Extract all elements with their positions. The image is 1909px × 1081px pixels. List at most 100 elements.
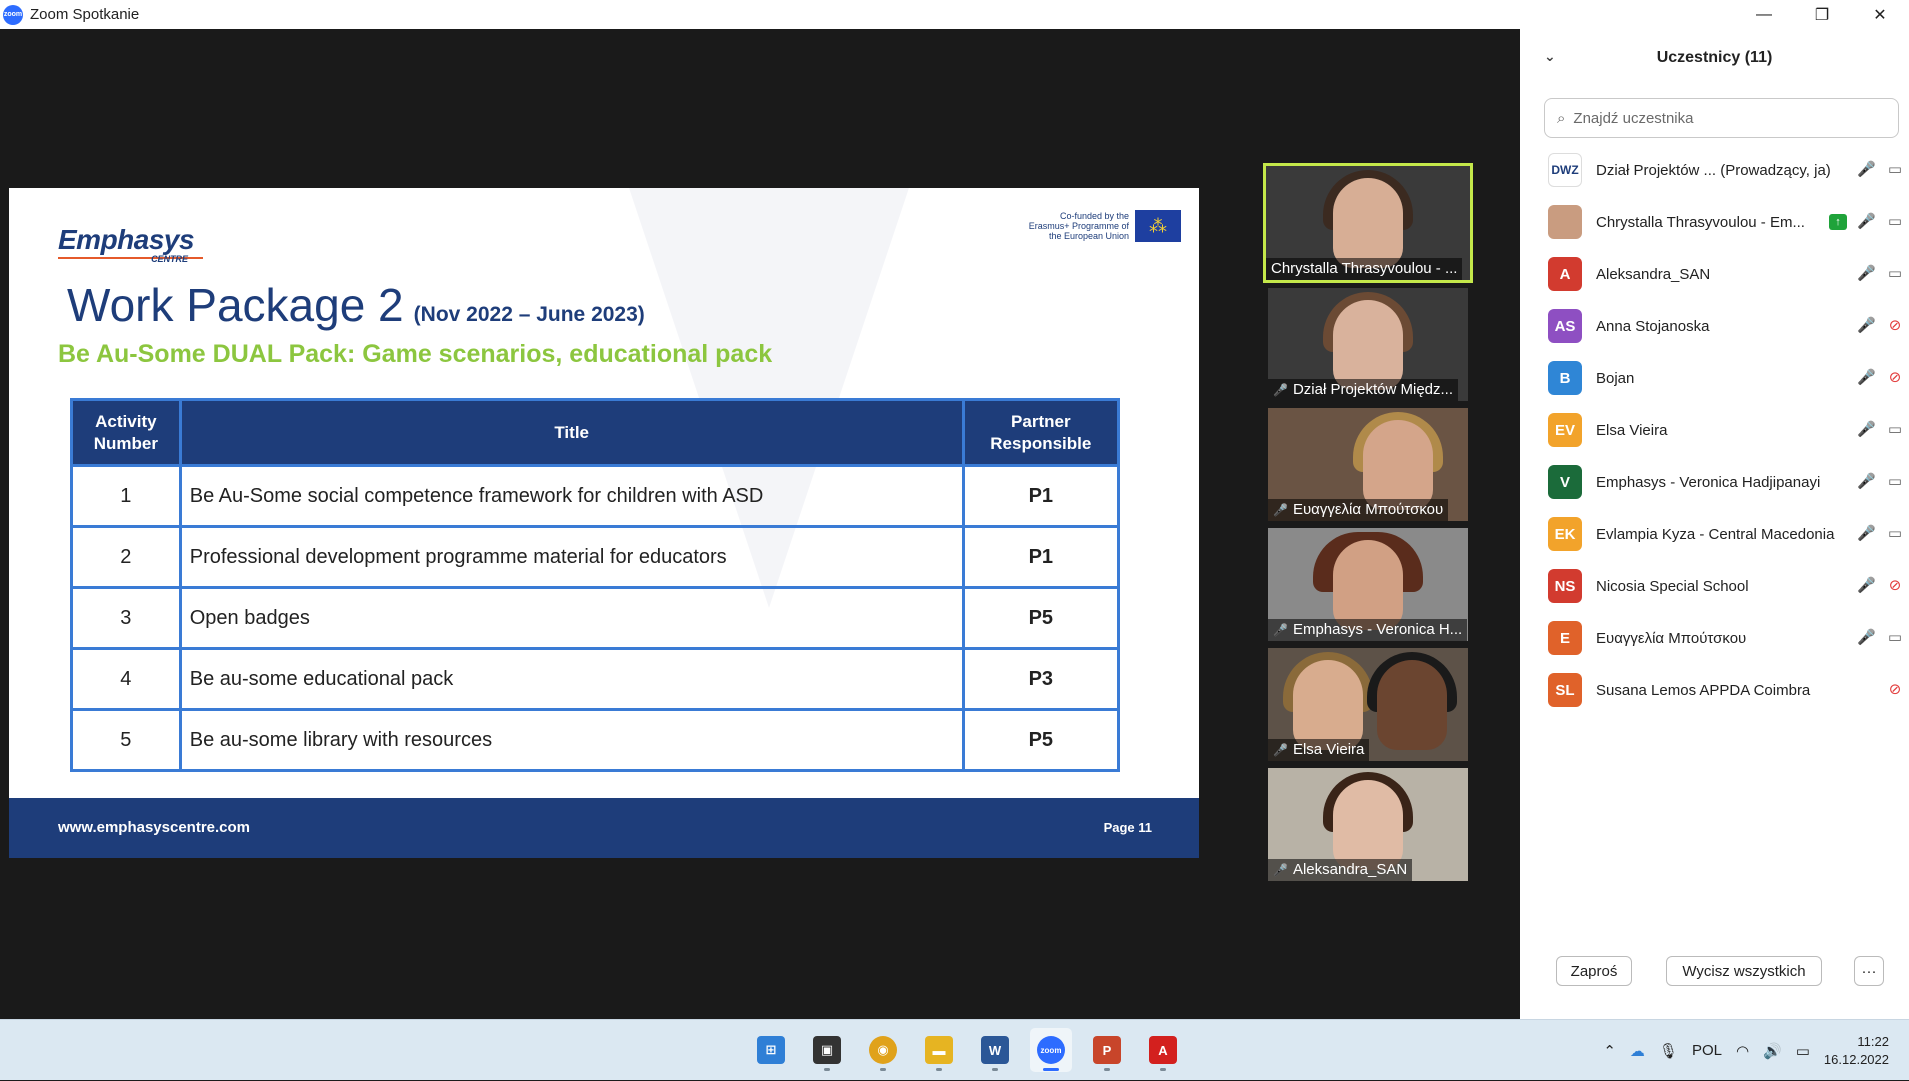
col-title: Title <box>178 398 965 467</box>
page-number: Page 11 <box>1103 820 1152 835</box>
participant-row[interactable]: EV Elsa Vieira 🎤 ▭ <box>1520 404 1909 456</box>
participant-row[interactable]: EK Evlampia Kyza - Central Macedonia 🎤 ▭ <box>1520 508 1909 560</box>
mic-muted-icon[interactable]: 🎤 <box>1857 160 1876 178</box>
participant-row[interactable]: AS Anna Stojanoska 🎤 ⊘ <box>1520 300 1909 352</box>
table-row: 3 Open badges P5 <box>70 586 1121 650</box>
mic-icon[interactable]: 🎤 <box>1857 212 1876 230</box>
video-tile-name: 🎤 Aleksandra_SAN <box>1268 859 1413 881</box>
search-input[interactable] <box>1571 108 1872 128</box>
mic-muted-icon[interactable]: 🎤 <box>1857 576 1876 594</box>
video-tile[interactable]: 🎤 Emphasys - Veronica H... <box>1268 528 1468 641</box>
mic-muted-icon[interactable]: 🎤 <box>1857 316 1876 334</box>
participant-row[interactable]: B Bojan 🎤 ⊘ <box>1520 352 1909 404</box>
close-button[interactable]: ✕ <box>1851 0 1909 29</box>
clock[interactable]: 11:22 16.12.2022 <box>1824 1033 1889 1069</box>
participant-row[interactable]: SL Susana Lemos APPDA Coimbra ⊘ <box>1520 664 1909 716</box>
mic-muted-icon[interactable]: 🎤 <box>1857 420 1876 438</box>
camera-icon: ▭ <box>1887 473 1903 490</box>
camera-off-icon: ⊘ <box>1888 369 1902 386</box>
screen-share-icon: ↑ <box>1829 214 1847 230</box>
windows-start-icon[interactable]: ⊞ <box>750 1028 792 1072</box>
participant-row[interactable]: E Ευαγγελία Μπούτσκου 🎤 ▭ <box>1520 612 1909 664</box>
avatar: SL <box>1548 673 1582 707</box>
mic-muted-icon[interactable]: 🎤 <box>1857 264 1876 282</box>
wifi-icon[interactable]: ◠ <box>1736 1042 1749 1060</box>
camera-icon: ▭ <box>1887 213 1903 230</box>
shared-slide: Emphasys CENTRE Co-funded by the Erasmus… <box>9 188 1199 858</box>
participant-row[interactable]: NS Nicosia Special School 🎤 ⊘ <box>1520 560 1909 612</box>
folder-icon[interactable]: ▬ <box>918 1028 960 1072</box>
participant-row[interactable]: Chrystalla Thrasyvoulou - Em... ↑ 🎤 ▭ <box>1520 196 1909 248</box>
volume-icon[interactable]: 🔊 <box>1763 1042 1782 1060</box>
video-tile[interactable]: 🎤 Elsa Vieira <box>1268 648 1468 761</box>
mute-all-button[interactable]: Wycisz wszystkich <box>1666 956 1822 986</box>
avatar: A <box>1548 257 1582 291</box>
avatar: NS <box>1548 569 1582 603</box>
camera-icon: ▭ <box>1887 629 1903 646</box>
participant-search[interactable]: ⌕ <box>1544 98 1899 138</box>
minimize-button[interactable]: — <box>1735 0 1793 29</box>
battery-icon[interactable]: ▭ <box>1796 1042 1810 1060</box>
system-tray: ⌃ ☁ 🎙 POL ◠ 🔊 ▭ 11:22 16.12.2022 <box>1603 1020 1909 1081</box>
language-indicator[interactable]: POL <box>1692 1042 1722 1059</box>
camera-off-icon: ⊘ <box>1888 317 1902 334</box>
table-row: 4 Be au-some educational pack P3 <box>70 647 1121 711</box>
participant-list: DWZ Dział Projektów ... (Prowadzący, ja)… <box>1520 144 1909 716</box>
eu-cofunded-logo: Co-funded by the Erasmus+ Programme of t… <box>1017 206 1183 246</box>
chevron-down-icon[interactable]: ⌄ <box>1544 48 1556 65</box>
mic-muted-icon[interactable]: 🎤 <box>1857 472 1876 490</box>
video-tile-name: Chrystalla Thrasyvoulou - ... <box>1266 258 1463 280</box>
zoom-icon[interactable]: zoom <box>1030 1028 1072 1072</box>
camera-icon: ▭ <box>1887 265 1903 282</box>
avatar <box>1548 205 1582 239</box>
onedrive-cloud-icon[interactable]: ☁ <box>1630 1042 1645 1060</box>
mic-muted-icon[interactable]: 🎤 <box>1857 368 1876 386</box>
more-options-button[interactable]: ··· <box>1854 956 1884 986</box>
slide-footer: www.emphasyscentre.com Page 11 <box>9 798 1199 858</box>
camera-icon: ▭ <box>1887 161 1903 178</box>
video-tile-name: 🎤 Dział Projektów Międz... <box>1268 379 1459 401</box>
mic-muted-icon: 🎤 <box>1273 503 1288 517</box>
table-row: 5 Be au-some library with resources P5 <box>70 708 1121 772</box>
participants-header: ⌄ Uczestnicy (11) <box>1544 48 1773 66</box>
video-tile[interactable]: Chrystalla Thrasyvoulou - ... <box>1263 163 1473 283</box>
chrome-icon[interactable]: ◉ <box>862 1028 904 1072</box>
acrobat-icon[interactable]: A <box>1142 1028 1184 1072</box>
windows-taskbar: ⊞ ▣ ◉ ▬ W zoom P A ⌃ ☁ 🎙 POL ◠ 🔊 ▭ 11:22… <box>0 1019 1909 1080</box>
participant-row[interactable]: A Aleksandra_SAN 🎤 ▭ <box>1520 248 1909 300</box>
mic-muted-icon[interactable]: 🎤 <box>1857 524 1876 542</box>
invite-button[interactable]: Zaproś <box>1556 956 1632 986</box>
video-tile[interactable]: 🎤 Ευαγγελία Μπούτσκου <box>1268 408 1468 521</box>
avatar: EK <box>1548 517 1582 551</box>
camera-off-icon: ⊘ <box>1888 681 1902 698</box>
microphone-icon[interactable]: 🎙 <box>1659 1042 1678 1060</box>
camera-icon: ▭ <box>1887 525 1903 542</box>
table-row: 1 Be Au-Some social competence framework… <box>70 464 1121 528</box>
emphasys-logo: Emphasys CENTRE <box>58 224 203 264</box>
slide-title: Work Package 2 (Nov 2022 – June 2023) <box>67 279 645 331</box>
avatar: AS <box>1548 309 1582 343</box>
avatar: EV <box>1548 413 1582 447</box>
file-explorer-icon[interactable]: ▣ <box>806 1028 848 1072</box>
word-icon[interactable]: W <box>974 1028 1016 1072</box>
chevron-up-icon[interactable]: ⌃ <box>1603 1042 1616 1060</box>
participant-row[interactable]: DWZ Dział Projektów ... (Prowadzący, ja)… <box>1520 144 1909 196</box>
participant-row[interactable]: V Emphasys - Veronica Hadjipanayi 🎤 ▭ <box>1520 456 1909 508</box>
mic-muted-icon: 🎤 <box>1273 863 1288 877</box>
restore-button[interactable]: ❐ <box>1793 0 1851 29</box>
title-bar: zoom Zoom Spotkanie — ❐ ✕ <box>0 0 1909 29</box>
search-icon: ⌕ <box>1557 109 1566 127</box>
avatar: B <box>1548 361 1582 395</box>
participants-panel: ⌄ Uczestnicy (11) ⌕ DWZ Dział Projektów … <box>1520 29 1909 1019</box>
window-title: Zoom Spotkanie <box>30 6 140 23</box>
powerpoint-icon[interactable]: P <box>1086 1028 1128 1072</box>
video-tile-name: 🎤 Elsa Vieira <box>1268 739 1370 761</box>
video-tile[interactable]: 🎤 Dział Projektów Międz... <box>1268 288 1468 401</box>
mic-muted-icon: 🎤 <box>1273 623 1288 637</box>
col-activity-number: Activity Number <box>70 398 182 467</box>
avatar: V <box>1548 465 1582 499</box>
col-partner: Partner Responsible <box>961 398 1121 467</box>
camera-icon: ▭ <box>1887 421 1903 438</box>
video-tile[interactable]: 🎤 Aleksandra_SAN <box>1268 768 1468 881</box>
mic-muted-icon[interactable]: 🎤 <box>1857 628 1876 646</box>
